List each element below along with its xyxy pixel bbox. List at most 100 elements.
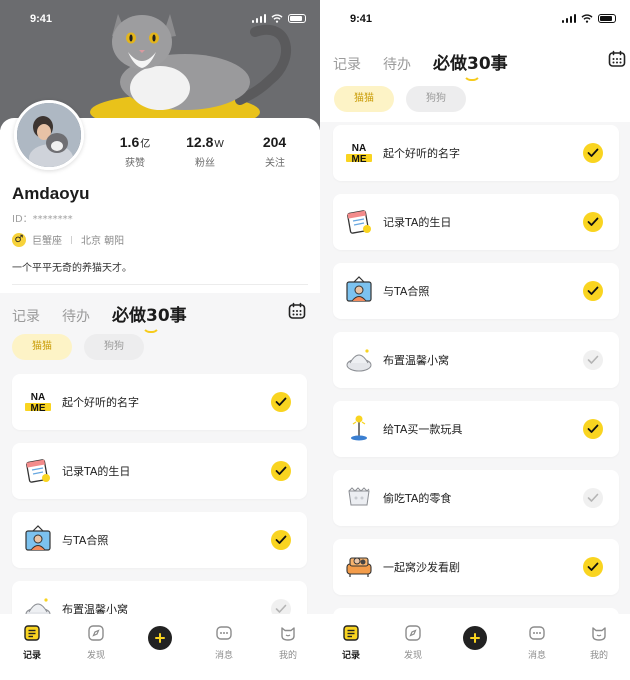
list-item[interactable]: 与TA合照 bbox=[12, 512, 307, 568]
nav-discover[interactable]: 发现 bbox=[71, 624, 121, 680]
message-icon bbox=[529, 626, 545, 640]
check-icon[interactable] bbox=[583, 350, 603, 370]
calendar-icon[interactable] bbox=[608, 50, 626, 68]
check-icon[interactable] bbox=[271, 461, 291, 481]
nav-messages[interactable]: 消息 bbox=[199, 624, 249, 680]
tab-records[interactable]: 记录 bbox=[333, 54, 361, 74]
chip-dogs[interactable]: 狗狗 bbox=[406, 86, 466, 112]
svg-text:NA: NA bbox=[31, 392, 45, 403]
tab-bar: 记录 待办 必做30事 bbox=[12, 301, 209, 333]
photo-icon bbox=[25, 525, 51, 551]
must-do-list: NA ME 起个好听的名字 记录TA的生日 与TA合照 布置温馨小窝 bbox=[12, 374, 307, 637]
check-icon[interactable] bbox=[271, 392, 291, 412]
item-label: 记录TA的生日 bbox=[62, 465, 131, 478]
tab-records[interactable]: 记录 bbox=[12, 306, 40, 326]
list-item[interactable]: 与TA合照 bbox=[333, 263, 619, 319]
tab-must-do-30[interactable]: 必做30事 bbox=[112, 301, 187, 333]
check-icon[interactable] bbox=[271, 530, 291, 550]
nav-label: 我的 bbox=[589, 651, 608, 661]
nav-label: 发现 bbox=[403, 651, 422, 661]
nav-add[interactable] bbox=[450, 624, 500, 680]
status-time: 9:41 bbox=[350, 13, 373, 25]
chip-cats[interactable]: 猫猫 bbox=[12, 334, 72, 360]
list-item[interactable]: 偷吃TA的零食 bbox=[333, 470, 619, 526]
profile-screen: 9:41 1.6亿 获赞 12.8W 粉丝 204 关注 Amdaoyu ID：… bbox=[0, 0, 320, 680]
must-do-screen: 9:41 记录 待办 必做30事 猫猫 狗狗 NA ME 起个好听的名字 记录TA… bbox=[320, 0, 630, 680]
list-item[interactable]: NA ME 起个好听的名字 bbox=[12, 374, 307, 430]
signal-icon bbox=[251, 13, 266, 23]
list-item[interactable]: 记录TA的生日 bbox=[12, 443, 307, 499]
cat-face-icon bbox=[281, 627, 295, 641]
check-icon[interactable] bbox=[583, 488, 603, 508]
list-item[interactable]: 布置温馨小窝 bbox=[333, 332, 619, 388]
nav-messages[interactable]: 消息 bbox=[512, 624, 562, 680]
pet-type-chips: 猫猫 狗狗 bbox=[334, 86, 466, 112]
cat-bed-icon bbox=[346, 349, 372, 372]
tab-bar: 记录 待办 必做30事 bbox=[333, 49, 530, 81]
check-icon[interactable] bbox=[583, 143, 603, 163]
stat-label: 获赞 bbox=[125, 158, 145, 169]
wifi-icon bbox=[271, 13, 283, 23]
plus-icon bbox=[470, 633, 480, 643]
name-tag-icon: NAME bbox=[25, 392, 51, 414]
male-icon: ♂ bbox=[12, 232, 26, 247]
records-icon bbox=[24, 625, 40, 641]
list-item[interactable]: 给TA买一款玩具 bbox=[333, 401, 619, 457]
location: 北京 朝阳 bbox=[81, 236, 125, 247]
stat-likes[interactable]: 1.6亿 获赞 bbox=[100, 134, 170, 169]
calendar-icon bbox=[26, 459, 50, 483]
calendar-icon bbox=[347, 210, 371, 234]
stat-label: 关注 bbox=[265, 158, 285, 169]
nav-mine[interactable]: 我的 bbox=[574, 624, 624, 680]
item-label: 起个好听的名字 bbox=[383, 147, 460, 160]
compass-icon bbox=[405, 625, 421, 641]
avatar[interactable] bbox=[14, 100, 84, 170]
user-id: ID：******** bbox=[12, 214, 73, 225]
sofa-icon bbox=[346, 557, 372, 577]
check-icon[interactable] bbox=[583, 557, 603, 577]
list-item[interactable]: 一起窝沙发看剧 bbox=[333, 539, 619, 595]
records-icon bbox=[343, 625, 359, 641]
nav-records[interactable]: 记录 bbox=[326, 624, 376, 680]
item-label: 偷吃TA的零食 bbox=[383, 492, 452, 505]
toy-icon bbox=[351, 415, 367, 441]
nav-label: 消息 bbox=[214, 651, 233, 661]
profile-card: 1.6亿 获赞 12.8W 粉丝 204 关注 Amdaoyu ID：*****… bbox=[0, 100, 320, 293]
plus-icon bbox=[155, 633, 165, 643]
tab-must-do-30[interactable]: 必做30事 bbox=[433, 49, 508, 81]
status-time: 9:41 bbox=[30, 13, 53, 25]
name-tag-icon: NAME bbox=[346, 143, 372, 165]
battery-icon bbox=[598, 13, 616, 23]
list-item[interactable]: NA ME 起个好听的名字 bbox=[333, 125, 619, 181]
nav-label: 记录 bbox=[341, 651, 360, 661]
cat-face-icon bbox=[592, 627, 606, 641]
battery-icon bbox=[288, 13, 306, 23]
chip-dogs[interactable]: 狗狗 bbox=[84, 334, 144, 360]
calendar-icon[interactable] bbox=[288, 302, 306, 320]
tab-todo[interactable]: 待办 bbox=[383, 54, 411, 74]
nav-add[interactable] bbox=[135, 624, 185, 680]
compass-icon bbox=[88, 625, 104, 641]
must-do-list: NA ME 起个好听的名字 记录TA的生日 与TA合照 布置温馨小窝 给TA买一款… bbox=[333, 125, 619, 664]
tab-todo[interactable]: 待办 bbox=[62, 306, 90, 326]
snack-icon bbox=[348, 487, 370, 506]
nav-discover[interactable]: 发现 bbox=[388, 624, 438, 680]
nav-records[interactable]: 记录 bbox=[7, 624, 57, 680]
add-button[interactable] bbox=[463, 626, 487, 650]
signal-icon bbox=[561, 13, 576, 23]
divider bbox=[71, 235, 72, 244]
check-icon[interactable] bbox=[583, 419, 603, 439]
chip-cats[interactable]: 猫猫 bbox=[334, 86, 394, 112]
stat-following[interactable]: 204 关注 bbox=[240, 134, 310, 169]
avatar-photo bbox=[17, 103, 81, 167]
check-icon[interactable] bbox=[583, 281, 603, 301]
check-icon[interactable] bbox=[583, 212, 603, 232]
nav-mine[interactable]: 我的 bbox=[263, 624, 313, 680]
stat-fans[interactable]: 12.8W 粉丝 bbox=[170, 134, 240, 169]
message-icon bbox=[216, 626, 232, 640]
nav-label: 记录 bbox=[22, 651, 41, 661]
add-button[interactable] bbox=[148, 626, 172, 650]
item-label: 与TA合照 bbox=[383, 285, 430, 298]
status-bar: 9:41 bbox=[0, 0, 320, 36]
list-item[interactable]: 记录TA的生日 bbox=[333, 194, 619, 250]
